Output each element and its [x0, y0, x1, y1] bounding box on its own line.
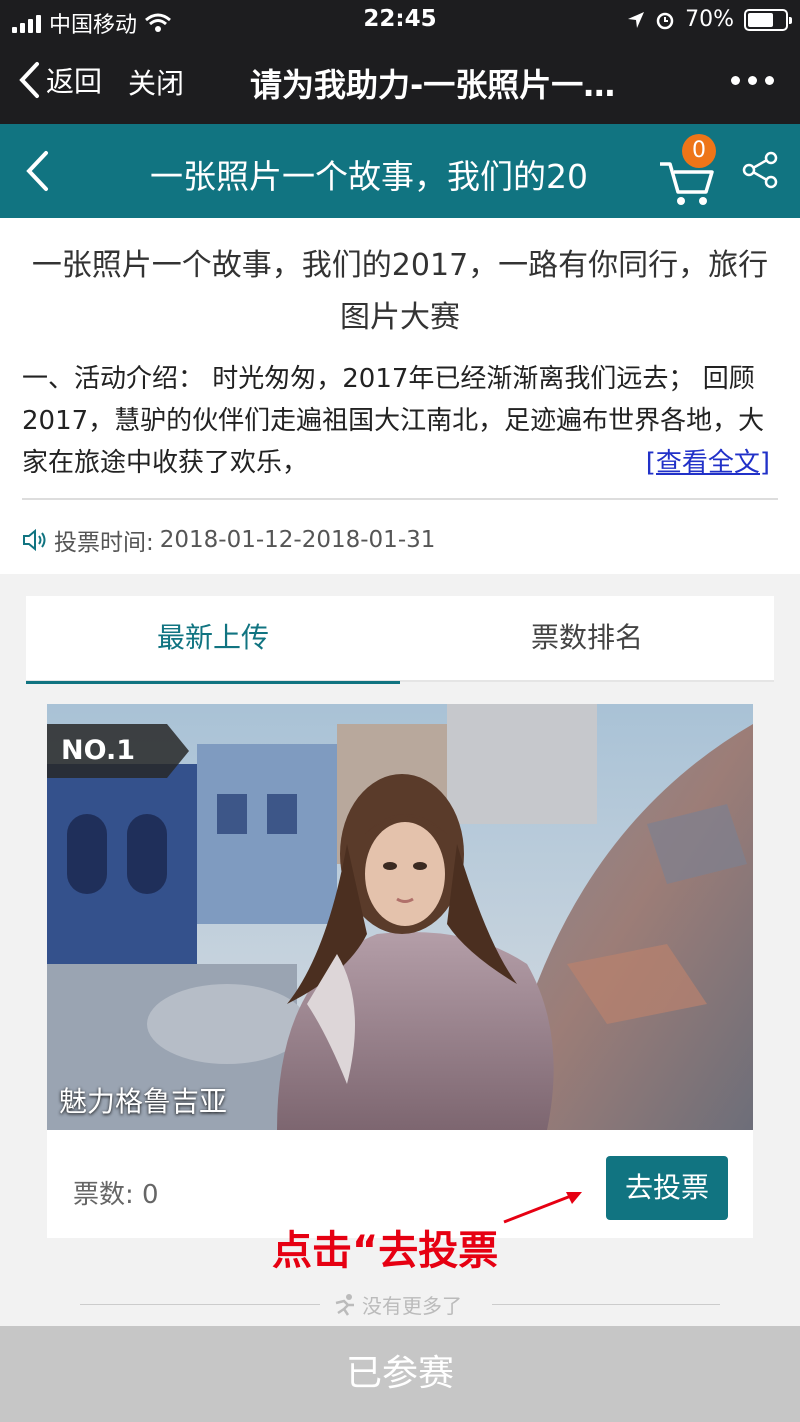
- back-button[interactable]: 返回: [18, 60, 102, 100]
- speaker-icon: [23, 528, 46, 552]
- share-icon[interactable]: [740, 150, 780, 190]
- page-title: 一张照片一个故事，我们的20: [150, 157, 588, 196]
- back-label: 返回: [46, 65, 103, 98]
- intro-section: 一张照片一个故事，我们的2017，一路有你同行，旅行图片大赛 一、活动介绍： 时…: [0, 218, 800, 574]
- battery-percent: 70%: [685, 7, 734, 32]
- rank-badge: NO.1: [47, 724, 189, 778]
- header-back-button[interactable]: [24, 150, 50, 196]
- cart-badge: 0: [682, 134, 716, 168]
- wechat-nav-bar: 返回 关闭 请为我助力-一张照片一…: [0, 40, 800, 124]
- tab-latest-upload[interactable]: 最新上传: [26, 596, 400, 684]
- page-header: 一张照片一个故事，我们的20: [0, 124, 800, 218]
- divider: [22, 498, 778, 500]
- status-bar: 中国移动 22:45 70%: [0, 0, 800, 40]
- vote-time-value: 2018-01-12-2018-01-31: [159, 527, 436, 553]
- alarm-icon: [656, 12, 674, 29]
- window-title: 请为我助力-一张照片一…: [250, 66, 616, 104]
- vote-count: 票数: 0: [73, 1174, 159, 1211]
- vote-count-label: 票数:: [73, 1180, 134, 1210]
- joined-button[interactable]: 已参赛: [0, 1326, 800, 1422]
- runner-icon: [335, 1293, 354, 1316]
- end-of-list: 没有更多了: [80, 1290, 720, 1320]
- chevron-left-icon: [19, 62, 39, 98]
- location-icon: [628, 11, 645, 28]
- tab-vote-ranking[interactable]: 票数排名: [400, 596, 774, 682]
- more-menu-button[interactable]: [731, 76, 774, 85]
- close-button[interactable]: 关闭: [128, 62, 184, 102]
- chevron-left-icon: [26, 151, 48, 191]
- event-headline: 一张照片一个故事，我们的2017，一路有你同行，旅行图片大赛: [31, 248, 769, 335]
- vote-time: 投票时间: 2018-01-12-2018-01-31: [22, 523, 435, 557]
- annotation-text: 点击“去投票: [272, 1228, 499, 1274]
- entry-card: NO.1 魅力格鲁吉亚 票数: 0 去投票: [47, 704, 753, 1238]
- annotation-arrow-icon: [503, 1192, 582, 1224]
- tab-bar: 最新上传 票数排名: [26, 596, 774, 684]
- entry-caption: 魅力格鲁吉亚: [59, 1085, 228, 1118]
- read-more-link[interactable]: [查看全文]: [646, 442, 770, 479]
- vote-button[interactable]: 去投票: [606, 1156, 728, 1220]
- battery-icon: [744, 8, 792, 31]
- no-more-label: 没有更多了: [362, 1294, 462, 1318]
- entry-photo[interactable]: NO.1 魅力格鲁吉亚: [47, 704, 753, 1130]
- vote-time-label: 投票时间:: [54, 530, 154, 556]
- vote-count-value: 0: [142, 1180, 159, 1210]
